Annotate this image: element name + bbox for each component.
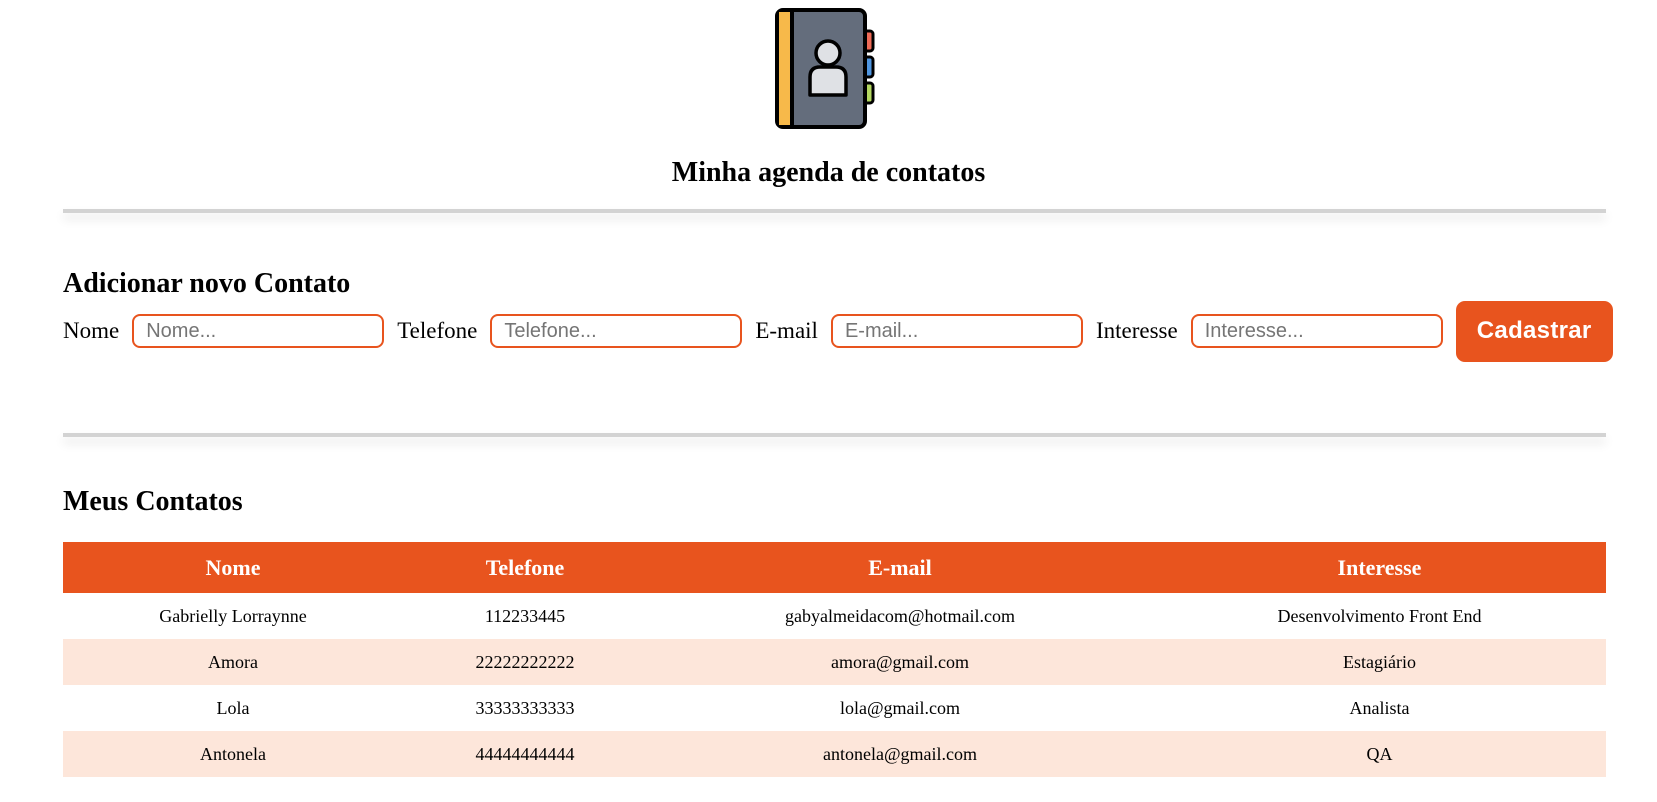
cell-name: Antonela [63, 731, 403, 777]
name-label: Nome [63, 318, 120, 343]
cell-phone: 22222222222 [403, 639, 647, 685]
phone-label: Telefone [397, 318, 478, 343]
cell-name: Lola [216, 697, 250, 718]
interest-input[interactable] [1190, 314, 1443, 348]
column-header-email: E-mail [647, 542, 1153, 593]
table-row: Gabrielly Lorraynne 112233445 gabyalmeid… [63, 593, 1606, 639]
table-header-row: Nome Telefone E-mail Interesse [63, 542, 1606, 593]
contact-book-icon [775, 8, 875, 129]
table-row: Amora 22222222222 amora@gmail.com Estagi… [63, 639, 1606, 685]
email-input[interactable] [830, 314, 1083, 348]
cell-phone: 44444444444 [403, 731, 647, 777]
section-divider [63, 209, 1606, 213]
contacts-table: Nome Telefone E-mail Interesse Gabrielly… [63, 542, 1606, 777]
cell-interest: QA [1153, 731, 1606, 777]
contacts-title: Meus Contatos [63, 486, 243, 517]
submit-button[interactable]: Cadastrar [1455, 300, 1613, 362]
cell-interest: Analista [1349, 697, 1410, 718]
table-row: Lola 33333333333 lola@gmail.com Analista [63, 685, 1606, 731]
column-header-interest: Interesse [1153, 542, 1606, 593]
cell-interest: Estagiário [1153, 639, 1606, 685]
name-input[interactable] [132, 314, 385, 348]
section-divider [63, 433, 1606, 437]
cell-email: gabyalmeidacom@hotmail.com [784, 605, 1015, 626]
cell-email: amora@gmail.com [647, 639, 1153, 685]
cell-phone: 112233445 [484, 605, 566, 626]
add-contact-form: Nome Telefone E-mail Interesse Cadastrar [63, 300, 1613, 362]
cell-name: Gabrielly Lorraynne [159, 605, 307, 626]
form-title: Adicionar novo Contato [63, 268, 351, 299]
cell-email: lola@gmail.com [839, 697, 961, 718]
interest-label: Interesse [1095, 318, 1178, 343]
cell-name: Amora [63, 639, 403, 685]
table-row: Antonela 44444444444 antonela@gmail.com … [63, 731, 1606, 777]
cell-interest: Desenvolvimento Front End [1277, 605, 1482, 626]
cell-email: antonela@gmail.com [647, 731, 1153, 777]
page-title: Minha agenda de contatos [671, 157, 986, 188]
cell-phone: 33333333333 [475, 697, 575, 718]
column-header-phone: Telefone [403, 542, 647, 593]
phone-input[interactable] [490, 314, 743, 348]
column-header-name: Nome [63, 542, 403, 593]
email-label: E-mail [755, 318, 818, 343]
